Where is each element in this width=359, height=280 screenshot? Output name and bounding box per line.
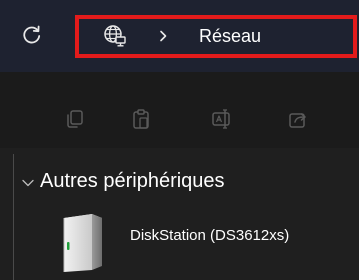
group-header-other-devices[interactable]: Autres périphériques (40, 168, 225, 194)
copy-icon[interactable] (64, 108, 86, 130)
command-bar (0, 72, 359, 148)
title-bar: Réseau (0, 0, 359, 72)
share-icon[interactable] (287, 108, 309, 130)
chevron-down-icon[interactable] (22, 179, 34, 187)
rename-icon[interactable] (211, 108, 233, 130)
breadcrumb-current[interactable]: Réseau (199, 24, 261, 48)
refresh-icon[interactable] (20, 23, 44, 47)
navigation-pane-divider[interactable] (13, 154, 14, 280)
network-globe-icon (104, 25, 126, 47)
chevron-right-icon (160, 30, 167, 42)
device-label[interactable]: DiskStation (DS3612xs) (130, 226, 289, 246)
file-list-pane: Autres périphériques DiskStation (DS3612… (0, 148, 359, 280)
address-bar-highlight[interactable]: Réseau (75, 15, 357, 58)
server-icon[interactable] (58, 212, 106, 274)
paste-icon[interactable] (130, 108, 152, 130)
